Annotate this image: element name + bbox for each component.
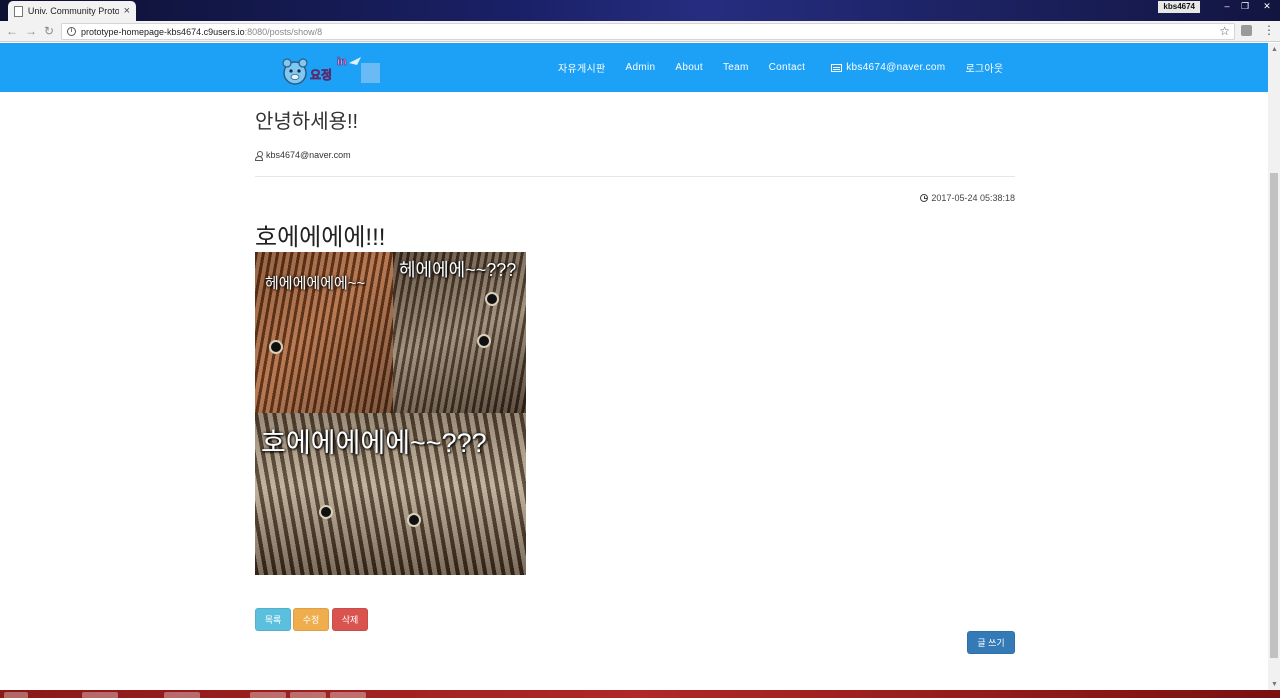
restore-icon[interactable]: ❐	[1236, 0, 1254, 13]
post-image: 헤에에에에에~~ 헤에에에~~??? 호에에에에에~~???	[255, 252, 526, 575]
star-icon[interactable]: ☆	[1219, 24, 1230, 38]
image-caption: 호에에에에에~~???	[261, 428, 487, 458]
taskbar-item[interactable]	[290, 692, 326, 698]
author-email: kbs4674@naver.com	[266, 150, 351, 160]
address-bar[interactable]: i prototype-homepage-kbs4674.c9users.io:…	[61, 23, 1235, 40]
svg-text:in: in	[337, 56, 347, 68]
post-author: kbs4674@naver.com	[255, 150, 351, 161]
minimize-icon[interactable]: –	[1218, 0, 1236, 13]
info-icon[interactable]: i	[67, 27, 76, 36]
nav-account-email: kbs4674@naver.com	[846, 62, 946, 73]
tab-title: Univ. Community Protot	[27, 6, 119, 16]
tab-close-icon[interactable]: ×	[124, 5, 130, 17]
list-button[interactable]: 목록	[255, 608, 291, 631]
taskbar-item[interactable]	[82, 692, 118, 698]
nav-logout[interactable]: 로그아웃	[965, 60, 1003, 75]
logo-image: 요정 in	[282, 56, 380, 85]
page-scrollbar[interactable]: ▲ ▼	[1268, 43, 1280, 690]
site-logo[interactable]: 요정 in	[281, 49, 381, 87]
nav-team[interactable]: Team	[723, 62, 749, 73]
reload-icon[interactable]: ↻	[42, 24, 56, 38]
scroll-thumb[interactable]	[1270, 173, 1278, 658]
nav-contact[interactable]: Contact	[769, 62, 806, 73]
nav-free-board[interactable]: 자유게시판	[558, 60, 606, 75]
post-date-text: 2017-05-24 05:38:18	[931, 193, 1015, 203]
nav-about[interactable]: About	[675, 62, 703, 73]
id-card-icon	[831, 63, 843, 72]
edit-button[interactable]: 수정	[293, 608, 329, 631]
back-icon[interactable]: ←	[5, 24, 19, 38]
nav-admin[interactable]: Admin	[626, 62, 656, 73]
nav-links: 자유게시판 Admin About Team Contact kbs4674@n…	[558, 43, 1023, 92]
extension-icon[interactable]	[1241, 25, 1252, 36]
image-panel-top-left: 헤에에에에에~~	[255, 252, 393, 413]
taskbar-item[interactable]	[250, 692, 286, 698]
browser-tab[interactable]: Univ. Community Protot ×	[8, 1, 136, 21]
menu-icon[interactable]: ⋮	[1263, 23, 1275, 37]
scroll-up-icon[interactable]: ▲	[1271, 46, 1278, 53]
image-caption: 헤에에에에에~~	[265, 275, 366, 292]
browser-toolbar: ← → ↻ i prototype-homepage-kbs4674.c9use…	[0, 21, 1280, 42]
post-title: 안녕하세용!!	[255, 111, 359, 133]
forward-icon[interactable]: →	[24, 24, 38, 38]
nav-account[interactable]: kbs4674@naver.com	[831, 62, 945, 73]
user-icon	[255, 150, 263, 161]
window-user-badge: kbs4674	[1158, 1, 1200, 13]
divider	[255, 176, 1015, 177]
browser-titlebar: Univ. Community Protot × kbs4674 – ❐ ✕	[0, 0, 1280, 21]
close-window-icon[interactable]: ✕	[1254, 0, 1280, 13]
image-panel-top-right: 헤에에에~~???	[393, 252, 526, 413]
image-panel-bottom: 호에에에에에~~???	[255, 413, 526, 575]
taskbar-item[interactable]	[164, 692, 200, 698]
window-controls: – ❐ ✕	[1218, 0, 1280, 13]
document-icon	[14, 5, 23, 17]
scroll-down-icon[interactable]: ▼	[1271, 681, 1278, 688]
delete-button[interactable]: 삭제	[332, 608, 368, 631]
taskbar-item[interactable]	[330, 692, 366, 698]
start-button[interactable]	[4, 692, 28, 698]
url-host: prototype-homepage-kbs4674.c9users.io	[81, 26, 245, 37]
image-caption: 헤에에에~~???	[399, 260, 517, 280]
site-navbar: 요정 in 자유게시판 Admin About Team Contact kbs…	[0, 43, 1268, 92]
post-date: 2017-05-24 05:38:18	[920, 193, 1015, 203]
write-post-button[interactable]: 글 쓰기	[967, 631, 1015, 654]
post-body: 호에에에에!!!	[255, 224, 386, 251]
svg-text:요정: 요정	[310, 67, 332, 82]
os-taskbar	[0, 690, 1280, 698]
clock-icon	[920, 194, 929, 202]
url-path: :8080/posts/show/8	[244, 26, 323, 37]
